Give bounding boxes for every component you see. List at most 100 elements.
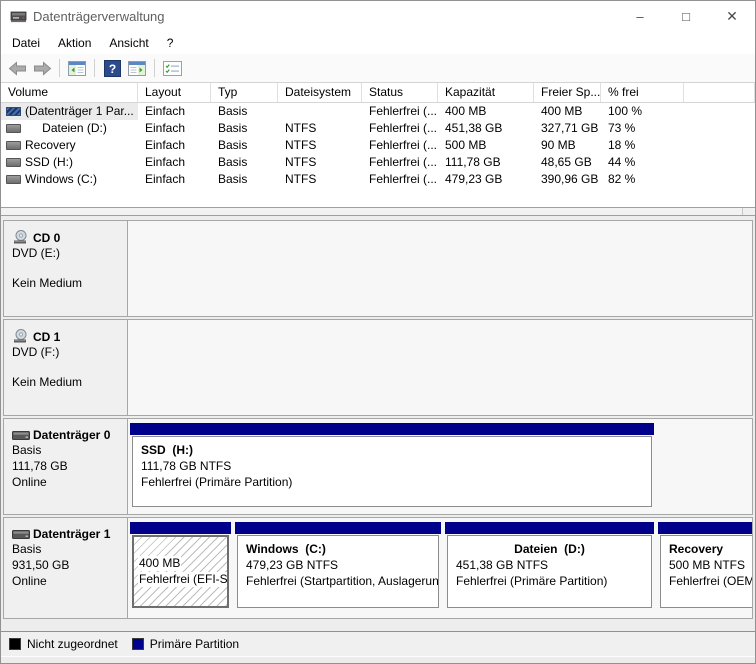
- legend-bar: Nicht zugeordnet Primäre Partition: [1, 631, 755, 657]
- volume-prozent-frei: 44 %: [601, 154, 684, 171]
- cd-drive-name: CD 0: [33, 231, 60, 245]
- partition-size: 111,78 GB NTFS: [141, 458, 651, 474]
- show-action-pane-button[interactable]: [126, 57, 148, 79]
- cd-drive-label[interactable]: CD 0 DVD (E:) Kein Medium: [4, 221, 128, 316]
- disk-type: Basis: [12, 442, 123, 458]
- column-header-dateisystem[interactable]: Dateisystem: [278, 83, 362, 102]
- volume-prozent-frei: 18 %: [601, 137, 684, 154]
- partition-name: Windows (C:): [246, 541, 438, 557]
- partition-recovery[interactable]: Recovery 500 MB NTFS Fehlerfrei (OEM-: [658, 522, 752, 608]
- disk-name: Datenträger 0: [33, 428, 110, 442]
- volume-dateisystem: NTFS: [278, 120, 362, 137]
- column-header-volume[interactable]: Volume: [1, 83, 138, 102]
- volume-prozent-frei: 100 %: [601, 103, 684, 120]
- forward-button[interactable]: [31, 57, 53, 79]
- partition-name: Dateien (D:): [456, 541, 651, 557]
- partition-status: Fehlerfrei (EFI-S: [138, 572, 227, 587]
- close-button[interactable]: ✕: [709, 1, 755, 32]
- partition-dateien[interactable]: Dateien (D:) 451,38 GB NTFS Fehlerfrei (…: [445, 522, 654, 608]
- menu-item-datei[interactable]: Datei: [3, 34, 49, 52]
- toolbar-separator: [154, 59, 155, 77]
- volume-name: Dateien (D:): [25, 120, 124, 137]
- menubar: Datei Aktion Ansicht ?: [1, 32, 755, 54]
- partition-size: 400 MB: [138, 556, 181, 571]
- back-arrow-icon: [8, 61, 27, 76]
- volume-kapazitaet: 451,38 GB: [438, 120, 534, 137]
- column-header-kapazitaet[interactable]: Kapazität: [438, 83, 534, 102]
- titlebar: Datenträgerverwaltung – □ ✕: [1, 1, 755, 32]
- forward-arrow-icon: [33, 61, 52, 76]
- partition-windows[interactable]: Windows (C:) 479,23 GB NTFS Fehlerfrei (…: [235, 522, 441, 608]
- volume-layout: Einfach: [138, 171, 211, 188]
- properties-button[interactable]: [161, 57, 183, 79]
- menu-item-aktion[interactable]: Aktion: [49, 34, 100, 52]
- disk-management-window: Datenträgerverwaltung – □ ✕ Datei Aktion…: [0, 0, 756, 664]
- volume-dateisystem: NTFS: [278, 154, 362, 171]
- disk-label[interactable]: Datenträger 1 Basis 931,50 GB Online: [4, 518, 128, 618]
- horizontal-scrollbar[interactable]: [1, 207, 755, 216]
- volume-icon: [6, 175, 21, 184]
- disk-label[interactable]: Datenträger 0 Basis 111,78 GB Online: [4, 419, 128, 514]
- scrollbar-grip: [742, 208, 753, 215]
- minimize-button[interactable]: –: [617, 1, 663, 32]
- back-button[interactable]: [6, 57, 28, 79]
- column-header-prozent-frei[interactable]: % frei: [601, 83, 684, 102]
- disk-size: 931,50 GB: [12, 557, 123, 573]
- toolbar-separator: [94, 59, 95, 77]
- console-tree-icon: [68, 61, 86, 76]
- help-button[interactable]: ?: [101, 57, 123, 79]
- volume-typ: Basis: [211, 171, 278, 188]
- volume-row[interactable]: Dateien (D:) Einfach Basis NTFS Fehlerfr…: [1, 120, 755, 137]
- volume-freier-speicher: 327,71 GB: [534, 120, 601, 137]
- cd-drive-area: [128, 221, 752, 316]
- partition-status: Fehlerfrei (Startpartition, Auslagerung: [246, 573, 438, 589]
- window-title: Datenträgerverwaltung: [33, 9, 617, 24]
- svg-text:?: ?: [108, 62, 115, 76]
- toolbar-separator: [59, 59, 60, 77]
- column-header-freier-speicher[interactable]: Freier Sp...: [534, 83, 601, 102]
- volume-row[interactable]: Windows (C:) Einfach Basis NTFS Fehlerfr…: [1, 171, 755, 188]
- partition-color-bar: [658, 522, 752, 534]
- cd-drive-row[interactable]: CD 0 DVD (E:) Kein Medium: [3, 220, 753, 317]
- volume-list: Volume Layout Typ Dateisystem Status Kap…: [1, 83, 755, 207]
- show-console-tree-button[interactable]: [66, 57, 88, 79]
- help-icon: ?: [104, 60, 121, 77]
- volume-typ: Basis: [211, 154, 278, 171]
- volume-freier-speicher: 400 MB: [534, 103, 601, 120]
- partition-status: Fehlerfrei (Primäre Partition): [456, 573, 651, 589]
- partition-ssd[interactable]: SSD (H:) 111,78 GB NTFS Fehlerfrei (Prim…: [130, 423, 654, 507]
- column-header-layout[interactable]: Layout: [138, 83, 211, 102]
- column-header-typ[interactable]: Typ: [211, 83, 278, 102]
- volume-row[interactable]: Recovery Einfach Basis NTFS Fehlerfrei (…: [1, 137, 755, 154]
- partition-color-bar: [235, 522, 441, 534]
- partition-efi[interactable]: 400 MB Fehlerfrei (EFI-S: [130, 522, 231, 608]
- menu-item-ansicht[interactable]: Ansicht: [100, 34, 157, 52]
- primary-partition-color-swatch: [132, 638, 144, 650]
- cd-drive-row[interactable]: CD 1 DVD (F:) Kein Medium: [3, 319, 753, 416]
- disk-name: Datenträger 1: [33, 527, 110, 541]
- hatched-partition-icon: [6, 107, 21, 116]
- menu-item-hilfe[interactable]: ?: [158, 34, 183, 52]
- toolbar: ?: [1, 54, 755, 83]
- cd-drive-name: CD 1: [33, 330, 60, 344]
- volume-layout: Einfach: [138, 154, 211, 171]
- legend-label: Nicht zugeordnet: [27, 637, 118, 651]
- partition-name: Recovery: [669, 541, 752, 557]
- column-header-status[interactable]: Status: [362, 83, 438, 102]
- cd-drive-label[interactable]: CD 1 DVD (F:) Kein Medium: [4, 320, 128, 415]
- volume-dateisystem: NTFS: [278, 171, 362, 188]
- volume-freier-speicher: 48,65 GB: [534, 154, 601, 171]
- volume-icon: [6, 141, 21, 150]
- volume-row[interactable]: (Datenträger 1 Par... Einfach Basis Fehl…: [1, 103, 755, 120]
- volume-dateisystem: NTFS: [278, 137, 362, 154]
- cd-drive-letter: DVD (F:): [12, 344, 123, 360]
- volume-status: Fehlerfrei (...: [362, 171, 438, 188]
- window-bottom-edge: [1, 657, 755, 663]
- volume-icon: [6, 158, 21, 167]
- volume-kapazitaet: 111,78 GB: [438, 154, 534, 171]
- cd-drive-letter: DVD (E:): [12, 245, 123, 261]
- volume-name: Windows (C:): [25, 171, 97, 188]
- partition-color-bar: [445, 522, 654, 534]
- volume-row[interactable]: SSD (H:) Einfach Basis NTFS Fehlerfrei (…: [1, 154, 755, 171]
- maximize-button[interactable]: □: [663, 1, 709, 32]
